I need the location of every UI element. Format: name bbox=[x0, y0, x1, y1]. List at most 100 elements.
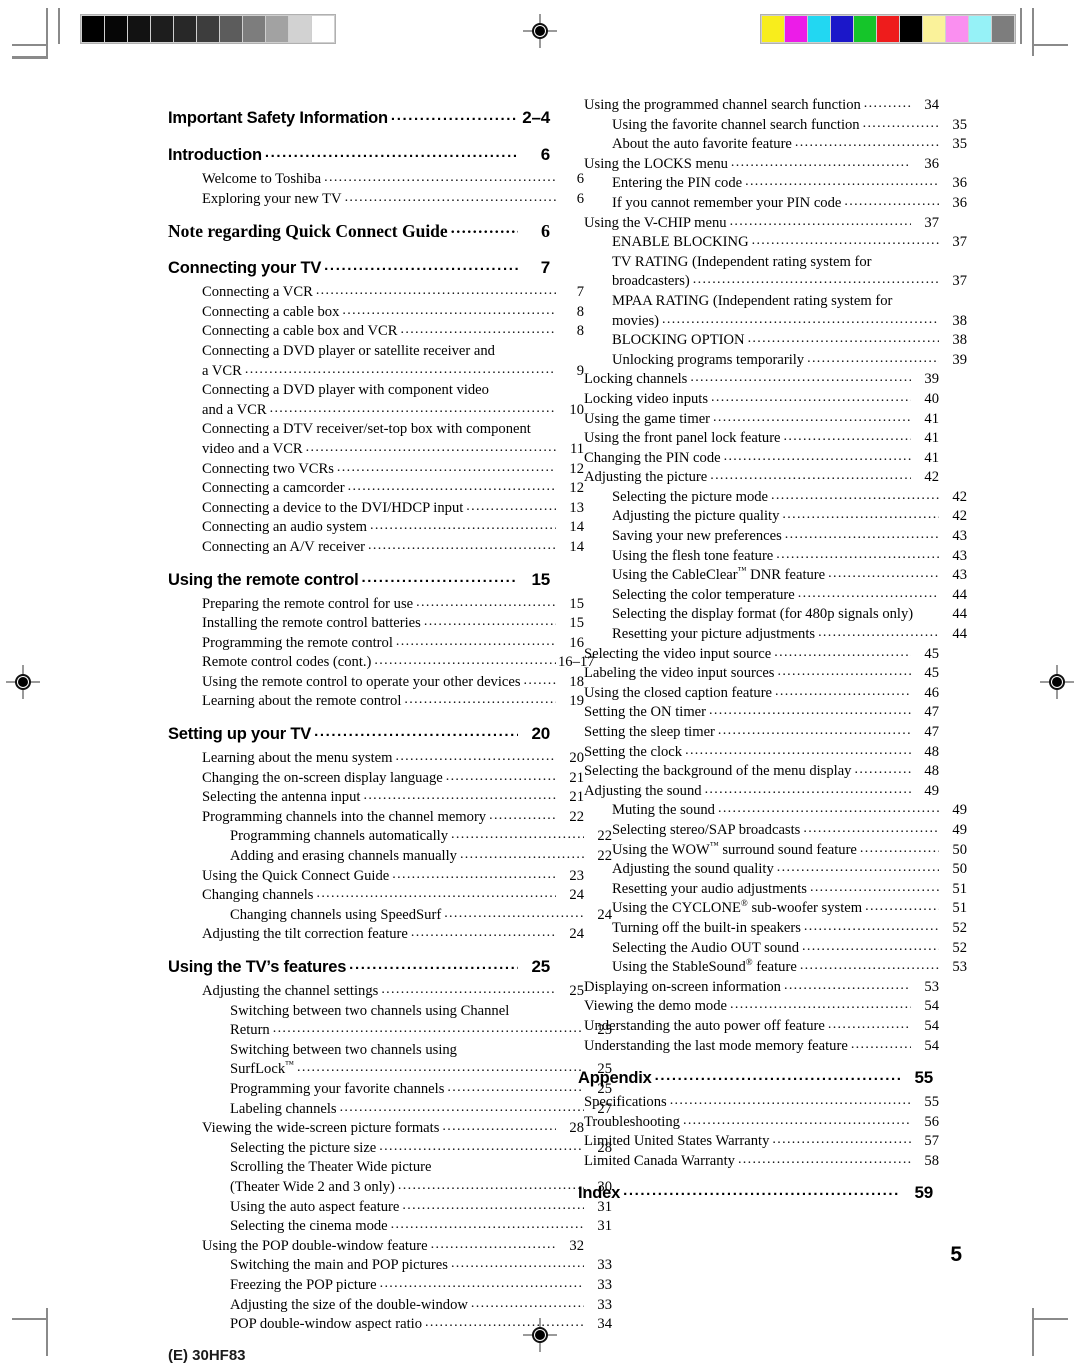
crop-mark-top-right-tick bbox=[1020, 8, 1022, 44]
toc-entry-title: a VCR bbox=[202, 362, 242, 379]
toc-entry-page-number: 47 bbox=[924, 724, 939, 740]
toc-entry-page-number: 33 bbox=[597, 1257, 612, 1274]
color-patch-7 bbox=[900, 16, 922, 42]
toc-entry-title: Using the StableSound® feature bbox=[612, 957, 797, 976]
toc-entry-title: Limited Canada Warranty bbox=[584, 1152, 735, 1169]
toc-dot-leader: ........................................… bbox=[794, 135, 939, 151]
color-patch-8 bbox=[923, 16, 945, 42]
toc-entry[interactable]: Exploring your new TV...................… bbox=[168, 190, 584, 210]
toc-entry-page-number: 55 bbox=[914, 1068, 933, 1088]
toc-dot-leader: ........................................… bbox=[489, 807, 556, 823]
toc-section-heading[interactable]: Note regarding Quick Connect Guide......… bbox=[168, 216, 550, 246]
toc-dot-leader: ........................................… bbox=[818, 625, 939, 641]
toc-dot-leader: ........................................… bbox=[783, 429, 911, 445]
toc-entry-page-number: 34 bbox=[597, 1316, 612, 1333]
toc-entry-title: Using the CableClear™ DNR feature bbox=[612, 565, 826, 584]
toc-dot-leader: ........................................… bbox=[390, 1217, 584, 1233]
toc-dot-leader: ........................................… bbox=[850, 1036, 911, 1052]
toc-entry-title: Appendix bbox=[578, 1069, 652, 1088]
toc-entry[interactable]: Selecting the color temperature.........… bbox=[578, 586, 967, 606]
toc-dot-leader: ........................................… bbox=[654, 1067, 901, 1085]
toc-entry-title: Connecting two VCRs bbox=[202, 460, 334, 477]
toc-dot-leader: ........................................… bbox=[859, 840, 939, 856]
toc-column-left: Important Safety Information............… bbox=[168, 96, 612, 1335]
toc-entry-title: Connecting an A/V receiver bbox=[202, 538, 366, 555]
toc-section-heading[interactable]: Setting up your TV......................… bbox=[168, 719, 550, 749]
toc-entry-page-number: 52 bbox=[952, 919, 967, 936]
toc-entry-page-number: 44 bbox=[952, 626, 967, 643]
toc-entry-title: Troubleshooting bbox=[584, 1113, 680, 1130]
toc-entry-continuation[interactable]: a VCR...................................… bbox=[168, 362, 584, 382]
toc-dot-leader: ........................................… bbox=[774, 644, 911, 660]
toc-entry-title: Connecting a camcorder bbox=[202, 480, 345, 497]
toc-dot-leader: ........................................… bbox=[395, 633, 556, 649]
toc-dot-leader: ........................................… bbox=[844, 193, 939, 209]
toc-entry-page-number: 6 bbox=[540, 145, 550, 164]
toc-dot-leader: ........................................… bbox=[776, 546, 939, 562]
toc-entry-title: Preparing the remote control for use bbox=[202, 595, 414, 612]
toc-entry[interactable]: Learning about the remote control.......… bbox=[168, 692, 584, 712]
toc-section-heading[interactable]: Using the remote control................… bbox=[168, 565, 550, 595]
toc-entry-page-number: 48 bbox=[924, 743, 939, 760]
toc-entry[interactable]: Selecting the picture size..............… bbox=[168, 1139, 612, 1159]
toc-entry[interactable]: Adjusting the tilt correction feature...… bbox=[168, 925, 584, 945]
toc-entry-title: Entering the PIN code bbox=[612, 175, 743, 192]
toc-entry[interactable]: POP double-window aspect ratio..........… bbox=[168, 1315, 612, 1335]
toc-dot-leader: ........................................… bbox=[269, 400, 556, 416]
crop-mark-top-left-tick bbox=[58, 8, 60, 44]
toc-dot-leader: ........................................… bbox=[690, 370, 911, 386]
toc-dot-leader: ........................................… bbox=[717, 723, 911, 738]
toc-entry-title: Remote control codes (cont.) bbox=[202, 654, 372, 671]
toc-dot-leader: ........................................… bbox=[685, 742, 911, 758]
toc-entry[interactable]: Adjusting the channel settings..........… bbox=[168, 982, 584, 1002]
crop-mark-top-left-rule bbox=[12, 56, 48, 59]
crop-mark-bottom-right-vertical bbox=[1032, 1308, 1034, 1356]
toc-entry-page-number: 41 bbox=[924, 430, 939, 447]
toc-dot-leader: ........................................… bbox=[669, 1093, 911, 1109]
toc-section-heading[interactable]: Appendix................................… bbox=[578, 1063, 933, 1093]
toc-dot-leader: ........................................… bbox=[772, 1132, 911, 1148]
toc-entry-continuation[interactable]: broadcasters)...........................… bbox=[578, 272, 967, 292]
toc-dot-leader: ........................................… bbox=[314, 723, 518, 741]
toc-section-heading[interactable]: Important Safety Information............… bbox=[168, 103, 550, 133]
toc-entry-title: Return bbox=[230, 1022, 270, 1039]
toc-entry[interactable]: Understanding the last mode memory featu… bbox=[578, 1037, 939, 1057]
toc-entry-page-number: 2–4 bbox=[522, 108, 550, 127]
toc-entry-page-number: 58 bbox=[924, 1152, 939, 1169]
toc-dot-leader: ........................................… bbox=[392, 866, 556, 882]
toc-entry-title: POP double-window aspect ratio bbox=[230, 1316, 422, 1333]
toc-entry-page-number: 56 bbox=[924, 1113, 939, 1130]
toc-entry-title: Adjusting the picture bbox=[584, 469, 708, 486]
toc-entry-title: Using the flesh tone feature bbox=[612, 547, 774, 564]
toc-entry[interactable]: ENABLE BLOCKING.........................… bbox=[578, 233, 967, 253]
toc-dot-leader: ........................................… bbox=[710, 468, 911, 484]
toc-entry-page-number: 37 bbox=[952, 234, 967, 251]
toc-section-heading[interactable]: Using the TV’s features.................… bbox=[168, 952, 550, 982]
toc-entry-page-number: 59 bbox=[914, 1183, 933, 1203]
toc-entry-title: Understanding the last mode memory featu… bbox=[584, 1037, 848, 1054]
toc-entry-page-number: 40 bbox=[924, 390, 939, 407]
toc-dot-leader: ........................................… bbox=[776, 860, 939, 876]
toc-dot-leader: ........................................… bbox=[339, 1099, 584, 1115]
toc-entry-title: Adjusting the sound bbox=[584, 782, 702, 799]
toc-entry-title: Connecting an audio system bbox=[202, 519, 367, 536]
toc-section-heading[interactable]: Introduction............................… bbox=[168, 140, 550, 170]
toc-entry[interactable]: Connecting a cable box and VCR..........… bbox=[168, 322, 584, 342]
toc-dot-leader: ........................................… bbox=[379, 1275, 584, 1291]
toc-dot-leader: ........................................… bbox=[692, 272, 939, 288]
toc-entry-title: Setting up your TV bbox=[168, 725, 312, 744]
toc-entry[interactable]: Connecting an A/V receiver..............… bbox=[168, 538, 584, 558]
toc-entry-page-number: 39 bbox=[924, 371, 939, 388]
toc-entry[interactable]: Limited Canada Warranty.................… bbox=[578, 1152, 939, 1172]
toc-dot-leader: ........................................… bbox=[459, 847, 584, 863]
toc-entry-continuation[interactable]: Return..................................… bbox=[168, 1021, 612, 1041]
toc-entry-title: Setting the ON timer bbox=[584, 704, 707, 721]
color-patch-6 bbox=[877, 16, 899, 42]
toc-dot-leader: ........................................… bbox=[777, 664, 911, 680]
toc-section-heading[interactable]: Connecting your TV......................… bbox=[168, 253, 550, 283]
color-patch-11 bbox=[992, 16, 1014, 42]
toc-section-heading[interactable]: Index...................................… bbox=[578, 1178, 933, 1208]
toc-entry[interactable]: Remote control codes (cont.)............… bbox=[168, 653, 594, 673]
toc-entry-continuation[interactable]: and a VCR...............................… bbox=[168, 401, 584, 421]
toc-entry-title: Using the POP double-window feature bbox=[202, 1237, 428, 1254]
